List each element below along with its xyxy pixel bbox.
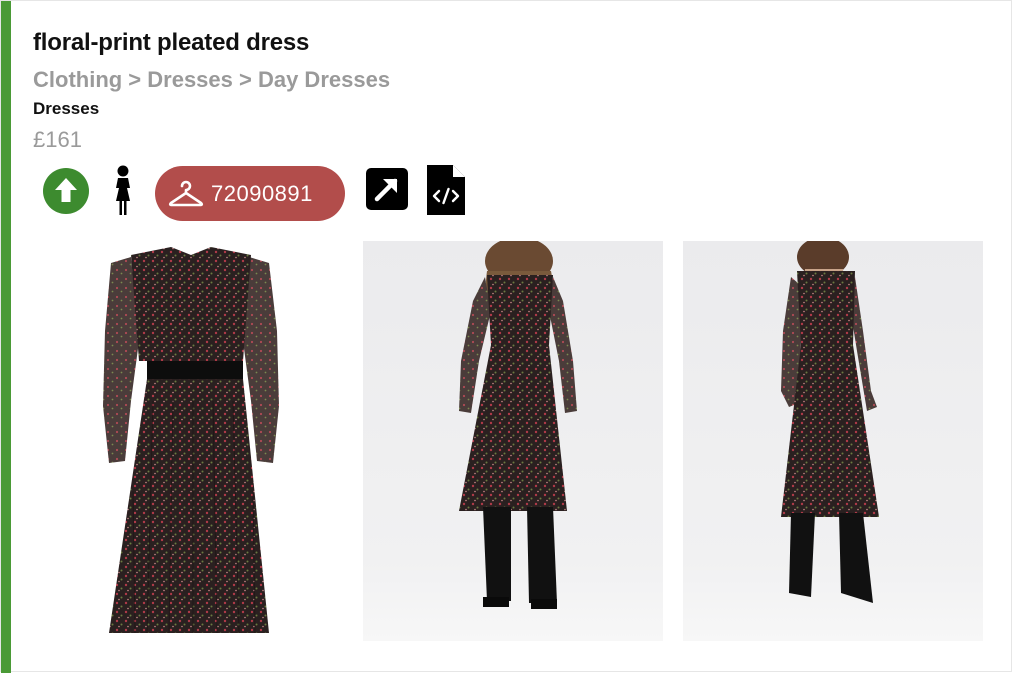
breadcrumb: Clothing > Dresses > Day Dresses (33, 67, 391, 92)
product-image-side[interactable] (683, 241, 983, 641)
external-link-arrow-icon (374, 178, 398, 202)
woman-icon (116, 165, 130, 215)
hanger-icon (168, 180, 204, 207)
product-card: floral-print pleated dress Clothing > Dr… (0, 0, 1012, 673)
product-title: floral-print pleated dress (33, 29, 310, 56)
open-product-button[interactable] (366, 168, 408, 210)
product-image-front[interactable] (43, 241, 343, 641)
upvote-button[interactable] (43, 168, 89, 214)
product-id: 72090891 (211, 181, 313, 206)
product-image-back[interactable] (363, 241, 663, 641)
dress-back-illustration (459, 241, 577, 609)
product-category: Dresses (33, 99, 100, 118)
product-id-badge[interactable]: 72090891 (155, 166, 345, 221)
code-file-icon[interactable] (427, 165, 465, 215)
arrow-up-circle-icon (55, 178, 77, 202)
status-accent-bar (1, 1, 11, 673)
dress-front-illustration (103, 247, 279, 634)
dress-side-illustration (781, 241, 879, 603)
product-price: £161 (33, 127, 82, 152)
